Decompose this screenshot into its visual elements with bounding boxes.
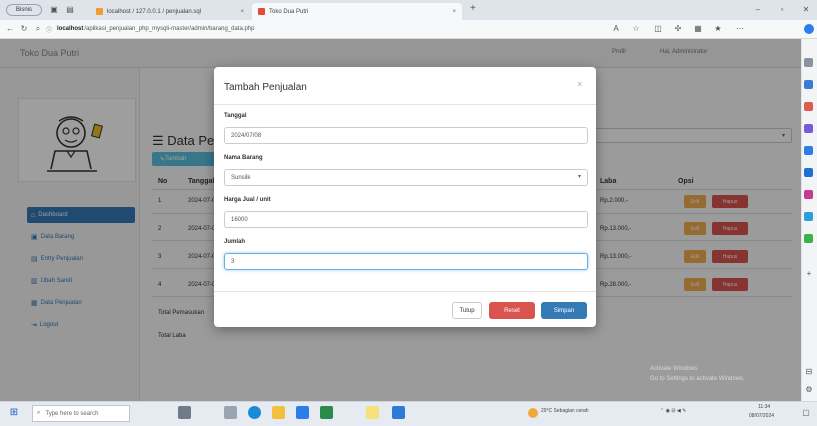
close-tab-icon[interactable]: × (234, 9, 244, 15)
jumlah-input[interactable]: 3 (224, 253, 588, 270)
telegram-icon[interactable] (804, 212, 813, 221)
weather-icon (528, 408, 538, 418)
outlook-icon[interactable] (804, 168, 813, 177)
tab-actions-icon[interactable]: ▤ (64, 4, 76, 16)
modal-footer-divider (214, 291, 596, 292)
modal-title: Tambah Penjualan (224, 82, 307, 93)
activation-watermark-title: Activate Windows (650, 366, 698, 372)
tab-title: Toko Dua Putri (269, 8, 309, 15)
new-tab-button[interactable]: + (470, 3, 476, 14)
shopping-icon[interactable] (804, 80, 813, 89)
weather-text[interactable]: 29°C Sebagian cerah (541, 408, 589, 414)
notification-icon[interactable]: ▢ (800, 407, 812, 419)
favorite-star-icon[interactable]: ☆ (630, 23, 642, 35)
url-field[interactable]: ⓘ localhost /aplikasi_penjualan_php_mysq… (46, 22, 466, 36)
tab-toko-dua-putri[interactable]: Toko Dua Putri × (252, 3, 462, 20)
split-screen-icon[interactable]: ◫ (652, 23, 664, 35)
task-view-icon[interactable] (224, 406, 237, 419)
collections-icon[interactable]: ▦ (692, 23, 704, 35)
maximize-icon[interactable]: ▫ (776, 4, 788, 16)
search-icon[interactable]: ⌕ (32, 23, 44, 35)
notes-icon[interactable] (366, 406, 379, 419)
sidebar-settings-icon[interactable]: ⚙ (803, 384, 815, 396)
clock-date[interactable]: 08/07/2024 (749, 413, 774, 419)
tools-icon[interactable] (804, 102, 813, 111)
url-path: /aplikasi_penjualan_php_mysqli-master/ad… (84, 26, 255, 32)
search-icon: ⌕ (37, 410, 41, 416)
profile-label: Bisnis (15, 7, 32, 13)
tanggal-input[interactable]: 2024/07/08 (224, 127, 588, 144)
copilot-icon[interactable] (804, 24, 814, 34)
tab-title: localhost / 127.0.0.1 / penjualan.sql (107, 8, 202, 15)
taskbar-search-input[interactable]: ⌕ Type here to search (32, 405, 130, 422)
save-button[interactable]: Simpan (541, 302, 587, 319)
nama-barang-select[interactable]: Sunsilk ▾ (224, 169, 588, 186)
close-tab-icon[interactable]: × (446, 9, 456, 15)
hide-sidebar-icon[interactable]: ⊟ (803, 366, 815, 378)
system-tray-icons[interactable]: ⌃ ◉ ⊟ ◀ ✎ (660, 408, 686, 414)
read-aloud-icon[interactable]: A (610, 23, 622, 35)
jumlah-label: Jumlah (224, 239, 246, 245)
close-button[interactable]: Tutup (452, 302, 482, 319)
drop-icon[interactable] (804, 190, 813, 199)
excel-icon[interactable] (320, 406, 333, 419)
back-icon[interactable]: ← (4, 23, 16, 35)
workspaces-icon[interactable]: ▣ (48, 4, 60, 16)
profile-button[interactable]: Bisnis (6, 4, 42, 16)
vscode-icon[interactable] (392, 406, 405, 419)
edge-browser-icon[interactable] (248, 406, 261, 419)
reset-button[interactable]: Reset (489, 302, 535, 319)
minimize-icon[interactable]: – (752, 4, 764, 16)
whatsapp-icon[interactable] (804, 234, 813, 243)
harga-jual-input[interactable]: 16000 (224, 211, 588, 228)
file-explorer-icon[interactable] (272, 406, 285, 419)
info-icon: ⓘ (46, 27, 53, 34)
extensions-icon[interactable]: ✣ (672, 23, 684, 35)
add-sidebar-app-icon[interactable]: + (803, 268, 815, 280)
nama-barang-label: Nama Barang (224, 155, 263, 161)
window-close-icon[interactable]: ✕ (800, 4, 812, 16)
harga-jual-label: Harga Jual / unit (224, 197, 271, 203)
office-icon[interactable] (804, 146, 813, 155)
activation-watermark-text: Go to Settings to activate Windows. (650, 376, 745, 382)
add-sale-modal (214, 67, 596, 327)
widgets-icon[interactable] (178, 406, 191, 419)
site-favicon-icon (258, 8, 265, 15)
tanggal-label: Tanggal (224, 113, 247, 119)
clock-time[interactable]: 11:34 (758, 404, 770, 410)
chevron-down-icon: ▾ (577, 174, 581, 180)
phpmyadmin-favicon-icon (96, 8, 103, 15)
url-host: localhost (57, 26, 84, 32)
tab-phpmyadmin[interactable]: localhost / 127.0.0.1 / penjualan.sql × (90, 3, 250, 20)
favorites-bar-icon[interactable]: ★ (712, 23, 724, 35)
close-icon[interactable]: × (577, 79, 582, 89)
store-icon[interactable] (296, 406, 309, 419)
refresh-icon[interactable]: ↻ (18, 23, 30, 35)
games-icon[interactable] (804, 124, 813, 133)
search-sidebar-icon[interactable] (804, 58, 813, 67)
windows-start-icon[interactable]: ⊞ (8, 407, 20, 419)
more-options-icon[interactable]: ⋯ (734, 23, 746, 35)
